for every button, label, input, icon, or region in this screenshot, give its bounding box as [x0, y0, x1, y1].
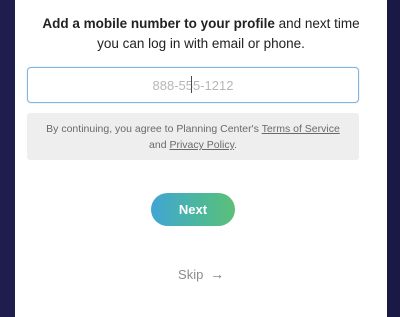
heading-bold: Add a mobile number to your profile	[42, 16, 275, 31]
text-cursor	[191, 76, 192, 93]
next-button[interactable]: Next	[151, 193, 235, 226]
phone-number-input[interactable]	[27, 67, 359, 103]
mobile-number-card: Add a mobile number to your profile and …	[15, 0, 387, 317]
skip-link[interactable]: Skip →	[15, 266, 387, 282]
notice-prefix: By continuing, you agree to Planning Cen…	[46, 123, 262, 135]
terms-of-service-link[interactable]: Terms of Service	[262, 123, 340, 135]
arrow-right-icon: →	[209, 266, 224, 282]
skip-label: Skip	[178, 267, 204, 282]
notice-suffix: .	[234, 139, 237, 151]
background-edge	[387, 0, 400, 317]
notice-middle: and	[149, 139, 170, 151]
page-heading: Add a mobile number to your profile and …	[15, 14, 387, 54]
privacy-policy-link[interactable]: Privacy Policy	[169, 139, 234, 151]
terms-notice: By continuing, you agree to Planning Cen…	[27, 113, 359, 160]
